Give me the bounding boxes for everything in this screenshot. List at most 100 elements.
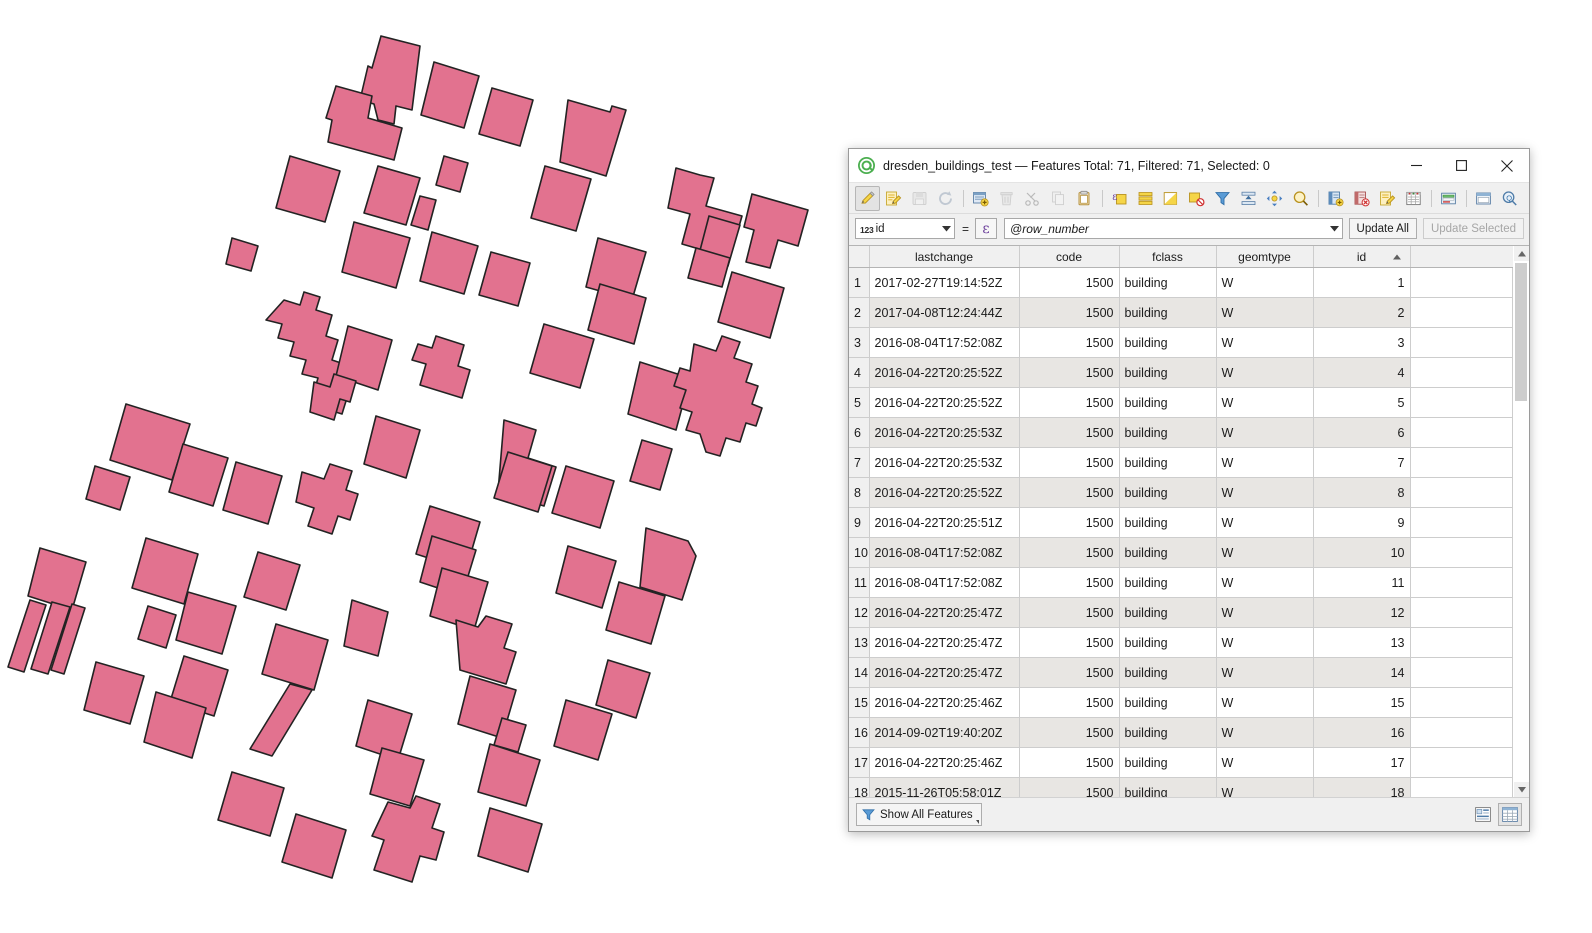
column-header-fclass[interactable]: fclass [1119, 246, 1217, 268]
cell-lastchange[interactable]: 2016-04-22T20:25:51Z [869, 507, 1020, 538]
cell-geomtype[interactable]: W [1216, 387, 1314, 418]
show-all-features-button[interactable]: Show All Features [856, 803, 982, 826]
cell-fclass[interactable]: building [1119, 327, 1217, 358]
window-titlebar[interactable]: dresden_buildings_test — Features Total:… [849, 149, 1529, 183]
deselect-all-icon[interactable] [1184, 186, 1209, 211]
cell-id[interactable]: 14 [1313, 657, 1411, 688]
cell-geomtype[interactable]: W [1216, 627, 1314, 658]
table-row[interactable]: 7 2016-04-22T20:25:53Z 1500 building W 7 [849, 447, 1513, 478]
cell-lastchange[interactable]: 2016-04-22T20:25:47Z [869, 597, 1020, 628]
cell-geomtype[interactable]: W [1216, 477, 1314, 508]
map-canvas[interactable] [0, 0, 850, 933]
cell-code[interactable]: 1500 [1019, 777, 1120, 797]
row-number-cell[interactable]: 16 [849, 717, 870, 748]
cell-lastchange[interactable]: 2016-04-22T20:25:46Z [869, 687, 1020, 718]
cell-code[interactable]: 1500 [1019, 507, 1120, 538]
table-row[interactable]: 3 2016-08-04T17:52:08Z 1500 building W 3 [849, 327, 1513, 358]
row-number-cell[interactable]: 12 [849, 597, 870, 628]
table-row[interactable]: 1 2017-02-27T19:14:52Z 1500 building W 1 [849, 267, 1513, 298]
table-row[interactable]: 8 2016-04-22T20:25:52Z 1500 building W 8 [849, 477, 1513, 508]
cell-lastchange[interactable]: 2016-04-22T20:25:52Z [869, 477, 1020, 508]
table-row[interactable]: 4 2016-04-22T20:25:52Z 1500 building W 4 [849, 357, 1513, 388]
cell-fclass[interactable]: building [1119, 267, 1217, 298]
reload-table-icon[interactable] [933, 186, 958, 211]
delete-selected-icon[interactable] [994, 186, 1019, 211]
open-field-calculator-icon[interactable] [1375, 186, 1400, 211]
cell-id[interactable]: 17 [1313, 747, 1411, 778]
cell-code[interactable]: 1500 [1019, 597, 1120, 628]
cell-code[interactable]: 1500 [1019, 687, 1120, 718]
expression-input[interactable]: @row_number [1004, 218, 1343, 239]
cell-code[interactable]: 1500 [1019, 417, 1120, 448]
row-number-cell[interactable]: 8 [849, 477, 870, 508]
cell-geomtype[interactable]: W [1216, 567, 1314, 598]
cell-id[interactable]: 11 [1313, 567, 1411, 598]
cell-fclass[interactable]: building [1119, 417, 1217, 448]
cell-fclass[interactable]: building [1119, 657, 1217, 688]
cell-code[interactable]: 1500 [1019, 567, 1120, 598]
dropdown-caret-icon[interactable] [975, 820, 979, 824]
cell-fclass[interactable]: building [1119, 597, 1217, 628]
cell-lastchange[interactable]: 2016-04-22T20:25:47Z [869, 657, 1020, 688]
cell-geomtype[interactable]: W [1216, 597, 1314, 628]
row-number-cell[interactable]: 7 [849, 447, 870, 478]
cell-fclass[interactable]: building [1119, 777, 1217, 797]
column-header-code[interactable]: code [1019, 246, 1120, 268]
row-number-cell[interactable]: 1 [849, 267, 870, 298]
column-header-lastchange[interactable]: lastchange [869, 246, 1020, 268]
cell-id[interactable]: 2 [1313, 297, 1411, 328]
epsilon-icon[interactable]: ε [975, 218, 998, 239]
row-number-cell[interactable]: 14 [849, 657, 870, 688]
cell-id[interactable]: 13 [1313, 627, 1411, 658]
move-selection-top-icon[interactable] [1236, 186, 1261, 211]
maximize-button[interactable] [1439, 149, 1484, 182]
form-view-icon[interactable] [1471, 803, 1495, 826]
cell-lastchange[interactable]: 2017-02-27T19:14:52Z [869, 267, 1020, 298]
cell-lastchange[interactable]: 2016-04-22T20:25:53Z [869, 417, 1020, 448]
organize-columns-icon[interactable] [1436, 186, 1461, 211]
cell-code[interactable]: 1500 [1019, 477, 1120, 508]
table-row[interactable]: 14 2016-04-22T20:25:47Z 1500 building W 14 [849, 657, 1513, 688]
cell-code[interactable]: 1500 [1019, 627, 1120, 658]
pan-to-selected-icon[interactable] [1262, 186, 1287, 211]
row-number-cell[interactable]: 6 [849, 417, 870, 448]
table-scroll-region[interactable]: lastchange code fclass geomtype id 1 2017… [849, 246, 1513, 797]
column-header-id[interactable]: id [1313, 246, 1411, 268]
paste-features-icon[interactable] [1072, 186, 1097, 211]
cell-geomtype[interactable]: W [1216, 357, 1314, 388]
cell-geomtype[interactable]: W [1216, 747, 1314, 778]
table-row[interactable]: 11 2016-08-04T17:52:08Z 1500 building W 11 [849, 567, 1513, 598]
cell-code[interactable]: 1500 [1019, 357, 1120, 388]
cell-fclass[interactable]: building [1119, 477, 1217, 508]
row-number-cell[interactable]: 9 [849, 507, 870, 538]
cell-code[interactable]: 1500 [1019, 327, 1120, 358]
row-number-cell[interactable]: 3 [849, 327, 870, 358]
cell-geomtype[interactable]: W [1216, 777, 1314, 797]
cell-fclass[interactable]: building [1119, 537, 1217, 568]
table-row[interactable]: 6 2016-04-22T20:25:53Z 1500 building W 6 [849, 417, 1513, 448]
save-edits-icon[interactable] [907, 186, 932, 211]
cell-geomtype[interactable]: W [1216, 327, 1314, 358]
cell-lastchange[interactable]: 2016-04-22T20:25:46Z [869, 747, 1020, 778]
row-number-cell[interactable]: 11 [849, 567, 870, 598]
cell-code[interactable]: 1500 [1019, 447, 1120, 478]
cell-lastchange[interactable]: 2015-11-26T05:58:01Z [869, 777, 1020, 797]
copy-features-icon[interactable] [1046, 186, 1071, 211]
cell-id[interactable]: 5 [1313, 387, 1411, 418]
cell-geomtype[interactable]: W [1216, 717, 1314, 748]
column-header-geomtype[interactable]: geomtype [1216, 246, 1314, 268]
cell-lastchange[interactable]: 2016-04-22T20:25:52Z [869, 357, 1020, 388]
cell-fclass[interactable]: building [1119, 687, 1217, 718]
chevron-down-icon[interactable] [1327, 225, 1342, 232]
cell-code[interactable]: 1500 [1019, 717, 1120, 748]
row-number-cell[interactable]: 4 [849, 357, 870, 388]
cell-lastchange[interactable]: 2016-04-22T20:25:47Z [869, 627, 1020, 658]
minimize-button[interactable] [1394, 149, 1439, 182]
cell-id[interactable]: 1 [1313, 267, 1411, 298]
cell-id[interactable]: 7 [1313, 447, 1411, 478]
update-all-button[interactable]: Update All [1348, 218, 1417, 239]
table-row[interactable]: 18 2015-11-26T05:58:01Z 1500 building W 18 [849, 777, 1513, 797]
row-number-cell[interactable]: 5 [849, 387, 870, 418]
cell-geomtype[interactable]: W [1216, 417, 1314, 448]
cell-lastchange[interactable]: 2016-08-04T17:52:08Z [869, 327, 1020, 358]
